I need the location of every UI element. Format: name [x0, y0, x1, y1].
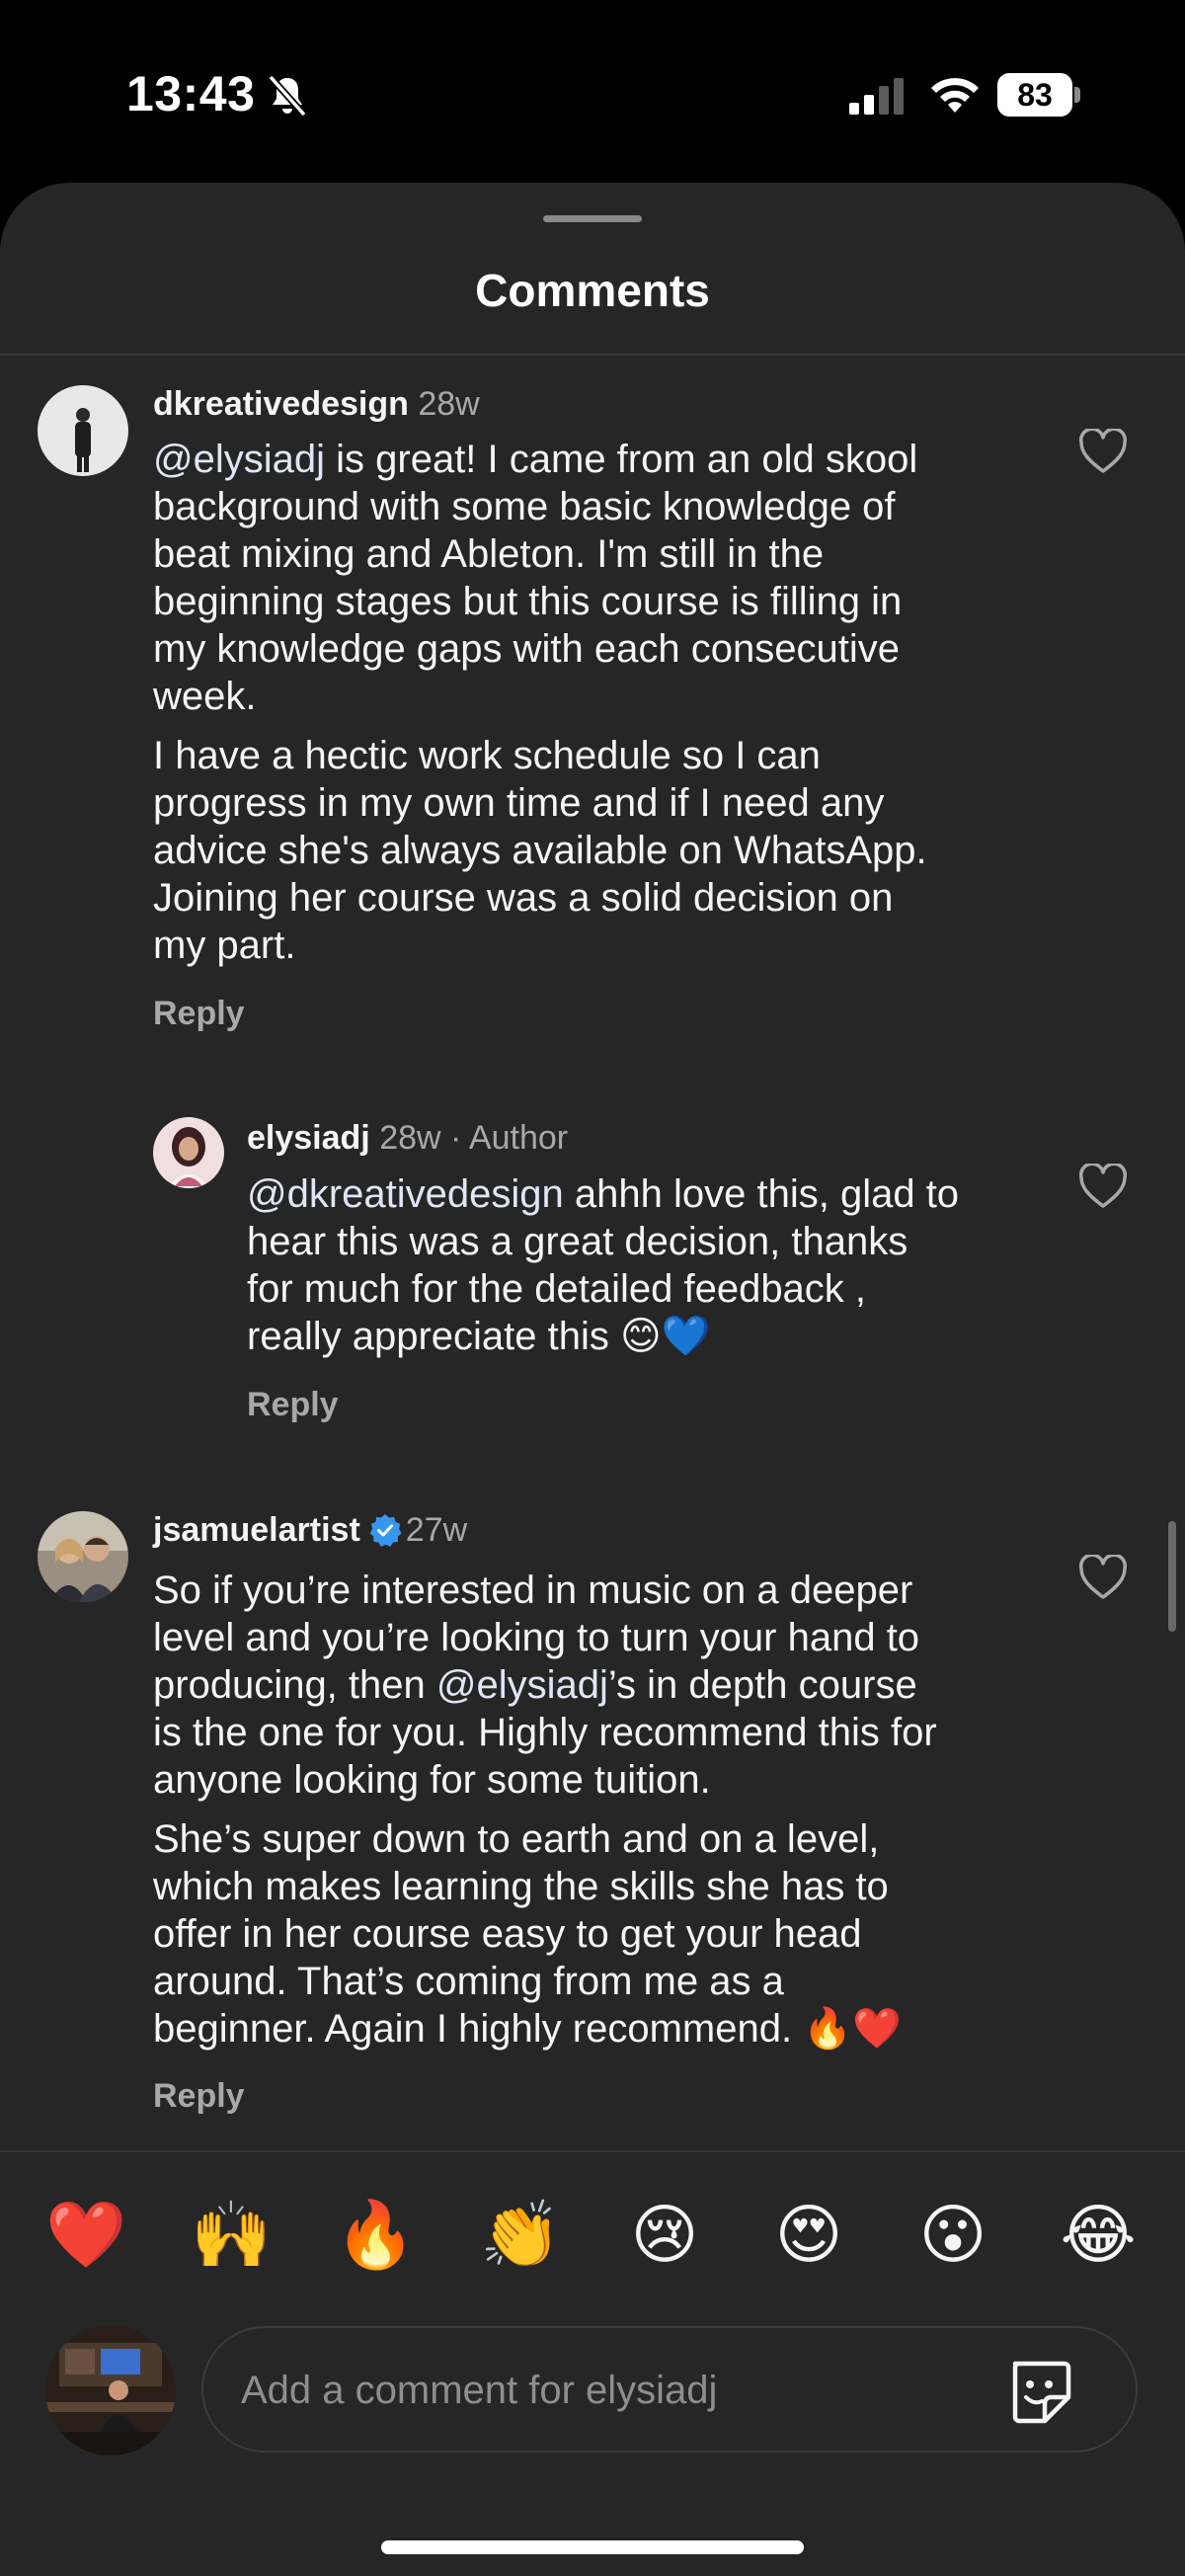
comment-username[interactable]: dkreativedesign	[153, 385, 409, 423]
mention-link[interactable]: @dkreativedesign	[247, 1172, 564, 1216]
mention-link[interactable]: @elysiadj	[436, 1663, 608, 1707]
scroll-indicator[interactable]	[1168, 1521, 1176, 1632]
current-user-avatar[interactable]	[45, 2325, 176, 2455]
comment-username[interactable]: elysiadj	[247, 1119, 370, 1157]
reply-button[interactable]: Reply	[247, 1386, 339, 1424]
reaction-surprised[interactable]: 😮	[913, 2195, 992, 2274]
comment-text: So if you’re interested in music on a de…	[153, 1567, 1022, 1804]
silent-bell-icon	[268, 74, 307, 118]
reaction-heart[interactable]: ❤️	[45, 2195, 126, 2274]
like-heart-icon[interactable]	[1078, 1555, 1128, 1600]
reactions-divider	[0, 2150, 1185, 2152]
sticker-icon[interactable]	[1005, 2358, 1074, 2427]
comment-text: @elysiadj is great! I came from an old s…	[153, 436, 1022, 720]
comment-time: 27w	[405, 1511, 468, 1549]
comment-time: 28w	[418, 385, 480, 423]
like-heart-icon[interactable]	[1078, 1164, 1128, 1209]
comment-text: I have a hectic work schedule so I can p…	[153, 734, 927, 967]
battery-icon: 83	[997, 73, 1080, 117]
sheet-grabber[interactable]	[543, 215, 642, 222]
reply-button[interactable]: Reply	[153, 995, 245, 1033]
avatar[interactable]	[38, 1511, 128, 1602]
quick-reactions-bar: ❤️ 🙌 🔥 👏 😢 😍 😮 😂	[0, 2195, 1185, 2284]
home-indicator[interactable]	[381, 2540, 804, 2554]
comment-header: dkreativedesign 28w	[153, 385, 480, 424]
reaction-fire[interactable]: 🔥	[335, 2195, 416, 2274]
cellular-signal-icon	[849, 78, 904, 115]
battery-tip	[1074, 87, 1080, 103]
comment-header: elysiadj 28w · Author	[247, 1119, 568, 1158]
comment-time: 28w · Author	[379, 1119, 569, 1157]
verified-badge-icon	[369, 1514, 402, 1547]
wifi-icon	[931, 78, 979, 113]
title-divider	[0, 354, 1185, 356]
comment-input[interactable]	[241, 2358, 991, 2423]
comment-composer[interactable]	[201, 2326, 1138, 2453]
comment-text: @dkreativedesign ahhh love this, glad to…	[247, 1170, 1037, 1360]
mention-link[interactable]: @elysiadj	[153, 438, 325, 481]
sheet-title: Comments	[475, 265, 710, 316]
comment-text: She’s super down to earth and on a level…	[153, 1817, 902, 2051]
like-heart-icon[interactable]	[1078, 429, 1128, 474]
reaction-heart-eyes[interactable]: 😍	[769, 2195, 848, 2274]
reaction-crying[interactable]: 😢	[625, 2195, 704, 2274]
reaction-clap[interactable]: 👏	[480, 2195, 561, 2274]
comment-header: jsamuelartist 27w	[153, 1511, 467, 1550]
reaction-raised-hands[interactable]: 🙌	[191, 2195, 272, 2274]
reply-button[interactable]: Reply	[153, 2077, 245, 2116]
status-bar: 13:43 83	[0, 0, 1185, 183]
reaction-laughing[interactable]: 😂	[1059, 2195, 1138, 2274]
avatar[interactable]	[38, 385, 128, 476]
comment-username[interactable]: jsamuelartist	[153, 1511, 360, 1549]
status-time: 13:43	[126, 66, 256, 121]
avatar[interactable]	[153, 1117, 224, 1188]
battery-level: 83	[997, 73, 1072, 117]
